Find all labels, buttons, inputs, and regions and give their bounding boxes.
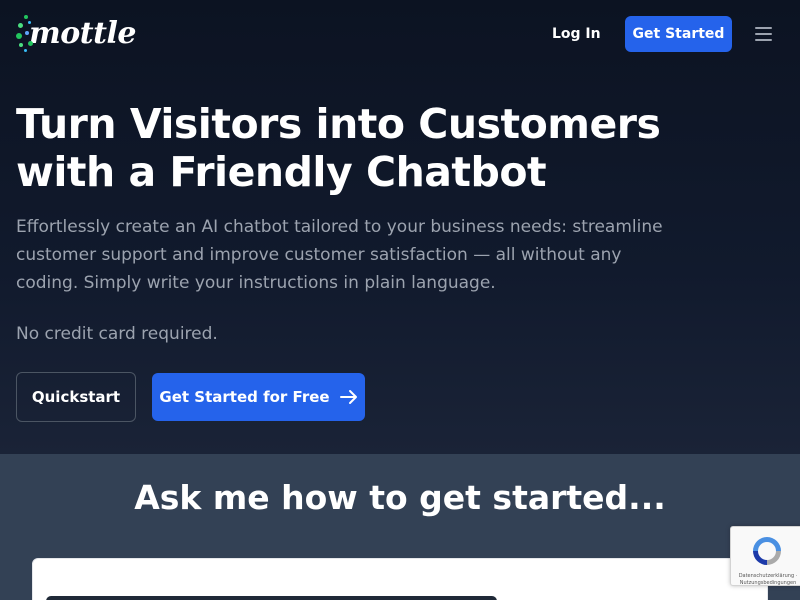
logo[interactable]: mottle	[16, 10, 136, 56]
section-title: Ask me how to get started...	[134, 478, 666, 517]
quickstart-button[interactable]: Quickstart	[16, 372, 136, 422]
hero-subtext: Effortlessly create an AI chatbot tailor…	[16, 217, 663, 293]
logo-text: mottle	[29, 15, 136, 51]
get-started-free-button[interactable]: Get Started for Free	[152, 373, 365, 421]
site-header: mottle Log In Get Started	[0, 0, 800, 68]
logo-dots-icon	[16, 11, 33, 55]
hamburger-menu-icon[interactable]	[754, 24, 774, 44]
chat-widget-card	[32, 558, 768, 600]
recaptcha-icon	[753, 537, 781, 565]
arrow-right-icon	[339, 390, 357, 404]
login-link[interactable]: Log In	[552, 22, 601, 46]
get-started-button[interactable]: Get Started	[625, 16, 732, 52]
chat-header-bar	[46, 596, 497, 600]
recaptcha-links[interactable]: Datenschutzerklärung · Nutzungsbedingung…	[733, 573, 800, 587]
no-credit-card-note: No credit card required.	[16, 324, 218, 344]
recaptcha-badge[interactable]: Datenschutzerklärung · Nutzungsbedingung…	[730, 526, 800, 586]
get-started-free-label: Get Started for Free	[159, 388, 330, 406]
hero-headline: Turn Visitors into Customers with a Frie…	[16, 100, 661, 196]
